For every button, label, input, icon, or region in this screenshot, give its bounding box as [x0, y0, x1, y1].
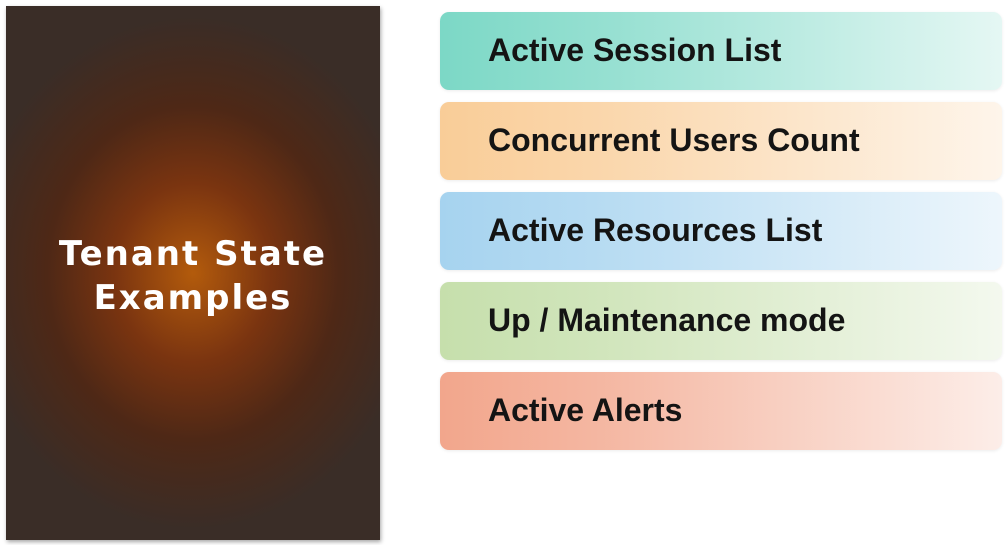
list-item-label: Active Resources List [488, 211, 823, 248]
state-examples-list: Active Session List Concurrent Users Cou… [440, 12, 1002, 462]
list-item-active-alerts: Active Alerts [440, 372, 1002, 450]
panel-title: Tenant State Examples [59, 226, 327, 320]
panel-title-line-2: Examples [93, 278, 293, 318]
list-item-active-session-list: Active Session List [440, 12, 1002, 90]
list-item-label: Up / Maintenance mode [488, 301, 846, 338]
list-item-label: Active Alerts [488, 391, 683, 428]
panel-title-line-1: Tenant State [58, 234, 328, 274]
title-panel: Tenant State Examples [6, 6, 380, 540]
list-item-label: Active Session List [488, 31, 782, 68]
list-item-up-maintenance-mode: Up / Maintenance mode [440, 282, 1002, 360]
list-item-concurrent-users-count: Concurrent Users Count [440, 102, 1002, 180]
list-item-label: Concurrent Users Count [488, 121, 860, 158]
list-item-active-resources-list: Active Resources List [440, 192, 1002, 270]
